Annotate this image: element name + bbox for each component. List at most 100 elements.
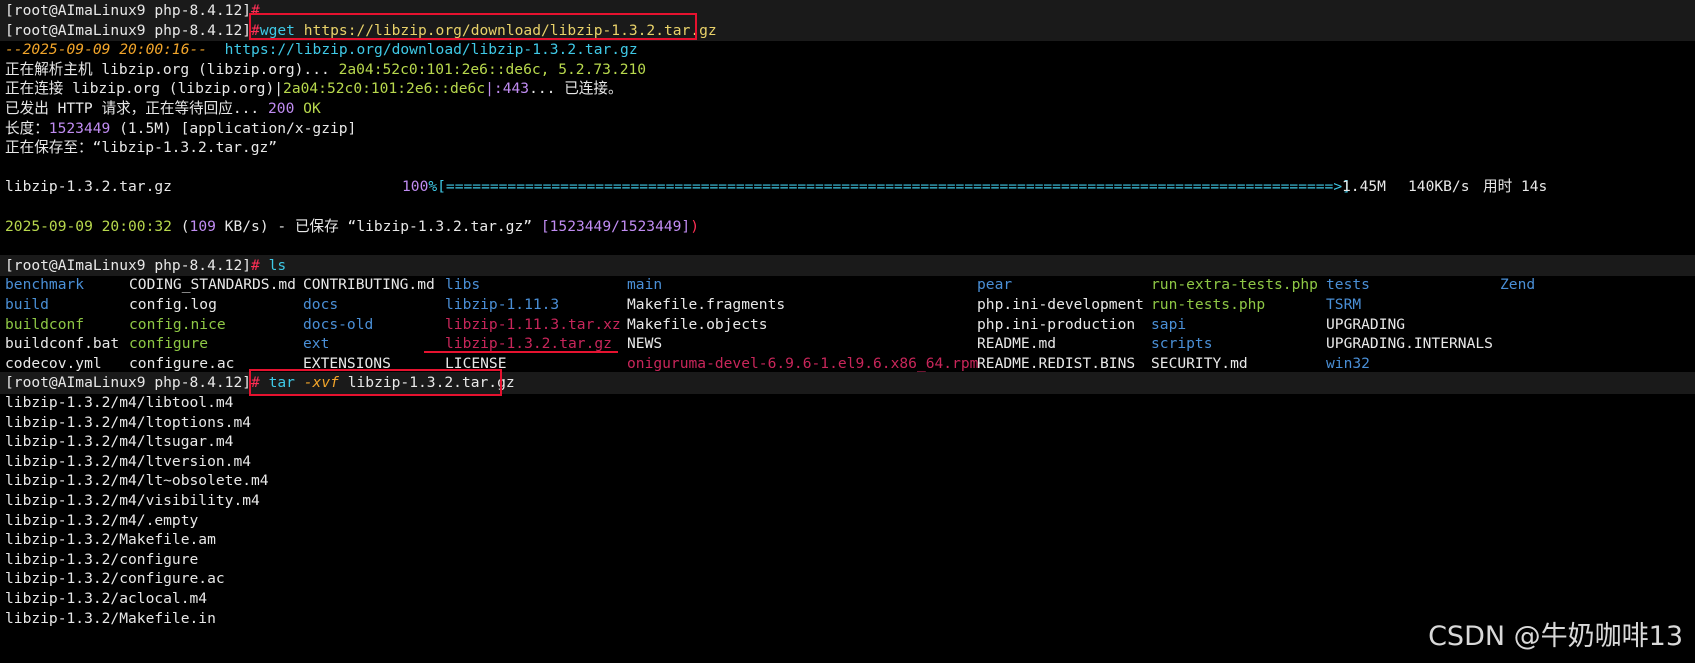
- tar-output-line: libzip-1.3.2/m4/libtool.m4: [5, 394, 234, 411]
- http-status-ok: OK: [303, 100, 321, 117]
- resolve-text: 正在解析主机 libzip.org (libzip.org)...: [5, 60, 339, 78]
- ls-entry: CODING_STANDARDS.md: [129, 276, 296, 294]
- ls-entry: SECURITY.md: [1151, 354, 1248, 372]
- wget-length-line: 长度：1523449 (1.5M) [application/x-gzip]: [5, 118, 356, 139]
- progress-percent: 100: [402, 178, 429, 196]
- done-time: 2025-09-09 20:00:32: [5, 217, 172, 235]
- progress-speed: 140KB/s: [1408, 176, 1470, 197]
- prompt-text: [root@AImaLinux9 php-8.4.12]: [5, 21, 252, 39]
- ls-entry: buildconf.bat: [5, 335, 120, 353]
- annotation-underline-archive: [424, 351, 618, 353]
- ls-entry: pear: [977, 276, 1013, 294]
- ls-entry: run-extra-tests.php: [1151, 276, 1318, 294]
- progress-bar-fill: %[======================================…: [428, 178, 1351, 196]
- ls-entry: config.log: [129, 296, 217, 313]
- tar-output-line: libzip-1.3.2/m4/ltversion.m4: [5, 452, 252, 470]
- wget-http-line: 已发出 HTTP 请求，正在等待回应... 200 OK: [5, 98, 321, 119]
- wget-done-line: 2025-09-09 20:00:32 (109 KB/s) - 已保存 “li…: [5, 216, 699, 237]
- tar-output-line: libzip-1.3.2/m4/visibility.m4: [5, 492, 260, 509]
- http-status-code: 200: [268, 100, 295, 117]
- progress-file-text: libzip-1.3.2.tar.gz: [5, 178, 172, 196]
- ls-command: ls: [268, 256, 287, 274]
- prompt-line-wget: [root@AImaLinux9 php-8.4.12]#wget https:…: [5, 20, 717, 41]
- length-bytes: 1523449: [48, 119, 111, 137]
- resolved-addresses: 2a04:52c0:101:2e6::de6c, 5.2.73.210: [338, 60, 647, 78]
- tar-output-line: libzip-1.3.2/m4/ltoptions.m4: [5, 413, 252, 431]
- tar-output-line: libzip-1.3.2/aclocal.m4: [5, 590, 208, 607]
- connect-port: |:443: [485, 80, 530, 98]
- progress-filename: libzip-1.3.2.tar.gz: [5, 176, 172, 197]
- progress-time: 用时 14s: [1483, 176, 1547, 197]
- done-close: ): [690, 217, 700, 235]
- tar-flags: -xvf: [303, 374, 339, 392]
- wget-saving-line: 正在保存至：“libzip-1.3.2.tar.gz”: [5, 137, 277, 158]
- prompt-text: [root@AImaLinux9 php-8.4.12]: [5, 256, 252, 274]
- ls-entry: libs: [445, 276, 481, 294]
- tar-output-line: libzip-1.3.2/Makefile.am: [5, 531, 216, 549]
- ls-entry: docs: [303, 296, 339, 313]
- wget-command: wget: [259, 21, 295, 39]
- ls-entry: README.REDIST.BINS: [977, 354, 1136, 372]
- ls-entry: run-tests.php: [1151, 296, 1266, 313]
- progress-time-text: 用时 14s: [1483, 178, 1548, 196]
- connect-text: 正在连接 libzip.org (libzip.org)|: [5, 80, 284, 98]
- ls-entry: buildconf: [5, 315, 85, 333]
- prompt-line-ls: [root@AImaLinux9 php-8.4.12]# ls: [5, 255, 286, 276]
- ls-entry: build: [5, 296, 49, 313]
- prompt-text: [root@AImaLinux9 php-8.4.12]: [5, 374, 252, 392]
- ls-entry: main: [627, 276, 663, 294]
- ls-entry: libzip-1.11.3.tar.xz: [445, 315, 621, 333]
- wget-start-line: --2025-09-09 20:00:16-- https://libzip.o…: [5, 39, 638, 60]
- ls-entry: TSRM: [1326, 296, 1362, 313]
- wget-start-url[interactable]: https://libzip.org/download/libzip-1.3.2…: [225, 41, 638, 58]
- ls-entry: configure.ac: [129, 354, 235, 372]
- prompt-line-tar: [root@AImaLinux9 php-8.4.12]# tar -xvf l…: [5, 372, 515, 393]
- done-speed-open: (: [180, 217, 190, 235]
- wget-url-arg: https://libzip.org/download/libzip-1.3.2…: [303, 21, 717, 39]
- done-bytes: [1523449/1523449]: [540, 217, 691, 235]
- ls-entry: LICENSE: [445, 354, 507, 372]
- tar-output-line: libzip-1.3.2/configure.ac: [5, 570, 225, 588]
- done-saved-text: - 已保存 “libzip-1.3.2.tar.gz”: [268, 217, 541, 235]
- ls-entry: libzip-1.11.3: [445, 296, 560, 313]
- progress-size: 1.45M: [1342, 176, 1386, 197]
- tar-command: tar: [268, 374, 295, 392]
- ls-entry: php.ini-production: [977, 315, 1136, 333]
- connect-suffix: ... 已连接。: [529, 80, 623, 98]
- ls-entry: tests: [1326, 276, 1370, 294]
- ls-entry: NEWS: [627, 335, 663, 353]
- saving-text: 正在保存至：“libzip-1.3.2.tar.gz”: [5, 139, 278, 157]
- ls-entry: codecov.yml: [5, 354, 102, 372]
- ls-entry: Makefile.objects: [627, 315, 768, 333]
- http-text: 已发出 HTTP 请求，正在等待回应...: [5, 100, 268, 117]
- ls-entry: Zend: [1500, 276, 1536, 294]
- ls-entry: php.ini-development: [977, 296, 1144, 313]
- ls-entry: config.nice: [129, 315, 226, 333]
- wget-start-time: --2025-09-09 20:00:16--: [5, 41, 208, 59]
- connect-address: 2a04:52c0:101:2e6::de6c: [283, 80, 486, 98]
- tar-output-line: libzip-1.3.2/Makefile.in: [5, 609, 216, 627]
- tar-output-line: libzip-1.3.2/m4/ltsugar.m4: [5, 433, 234, 451]
- ls-entry: CONTRIBUTING.md: [303, 276, 435, 294]
- wget-connect-line: 正在连接 libzip.org (libzip.org)|2a04:52c0:1…: [5, 78, 623, 99]
- length-type: [application/x-gzip]: [180, 119, 357, 137]
- progress-speed-text: 140KB/s: [1408, 178, 1470, 196]
- length-label: 长度：: [5, 119, 49, 137]
- ls-entry: EXTENSIONS: [303, 354, 391, 372]
- terminal-window[interactable]: [root@AImaLinux9 php-8.4.12]# [root@AIma…: [0, 0, 1695, 663]
- ls-entry: UPGRADING: [1326, 315, 1406, 333]
- ls-entry: Makefile.fragments: [627, 296, 786, 313]
- csdn-watermark: CSDN @牛奶咖啡13: [1428, 621, 1683, 652]
- done-speed-num: 109: [189, 217, 216, 235]
- done-speed-unit: KB/s): [215, 217, 269, 235]
- tar-output-line: libzip-1.3.2/m4/lt~obsolete.m4: [5, 472, 269, 490]
- prompt-hash: #: [251, 2, 260, 19]
- length-human: (1.5M): [119, 119, 172, 137]
- ls-entry: configure: [129, 335, 209, 353]
- tar-output-line: libzip-1.3.2/m4/.empty: [5, 511, 199, 529]
- prompt-hash: #: [251, 21, 260, 39]
- prompt-line-empty: [root@AImaLinux9 php-8.4.12]#: [5, 0, 260, 21]
- ls-entry: sapi: [1151, 315, 1187, 333]
- prompt-text: [root@AImaLinux9 php-8.4.12]: [5, 2, 252, 19]
- wget-resolve-line: 正在解析主机 libzip.org (libzip.org)... 2a04:5…: [5, 59, 646, 80]
